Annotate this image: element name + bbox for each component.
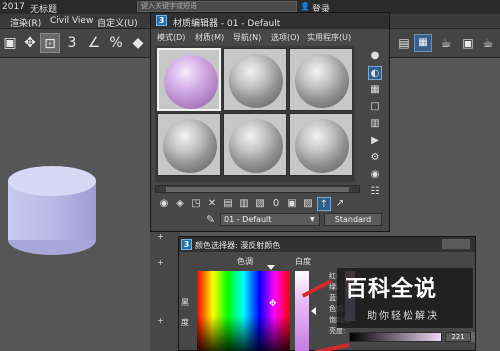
video-color-check-icon[interactable]: ▥: [368, 117, 382, 131]
watermark: 百科全说 助你轻松解决: [337, 268, 473, 328]
menu-rendering[interactable]: 渲染(R): [10, 16, 41, 29]
material-sphere: [295, 119, 349, 173]
sample-uv-icon[interactable]: □: [368, 100, 382, 114]
put-to-library-icon[interactable]: ▧: [253, 197, 267, 211]
material-editor-menubar: 模式(D) 材质(M) 导航(N) 选项(O) 实用程序(U): [151, 29, 389, 44]
material-sphere: [164, 55, 218, 109]
material-sphere: [295, 54, 349, 108]
rollout-expand[interactable]: +: [157, 232, 164, 241]
render-frame-icon[interactable]: ▣: [458, 33, 478, 53]
scrollbar-thumb[interactable]: [166, 187, 349, 192]
menu-options[interactable]: 选项(O): [271, 32, 300, 43]
material-slot-2[interactable]: [223, 48, 287, 111]
watermark-logo: 百科全说: [345, 277, 438, 302]
select-object-icon[interactable]: ⊡: [40, 33, 60, 53]
max-app-icon: 3: [181, 239, 192, 250]
value-spinner[interactable]: [471, 332, 475, 342]
eyedropper-icon[interactable]: ✎: [206, 213, 215, 226]
material-sphere: [229, 119, 283, 173]
close-button[interactable]: [441, 238, 471, 250]
material-editor-side-toolbar: ● ◐ ▦ □ ▥ ▶ ⚙ ◉ ☷: [368, 49, 386, 202]
go-to-parent-icon[interactable]: ↑: [317, 197, 331, 211]
max-app-icon: 3: [156, 15, 167, 26]
material-rollouts: + + +: [150, 232, 180, 351]
get-material-icon[interactable]: ◉: [157, 197, 171, 211]
color-selector-title: 颜色选择器: 漫反射颜色: [195, 241, 281, 250]
whiteness-marker[interactable]: [311, 307, 316, 315]
select-region-icon[interactable]: ▣: [0, 33, 20, 53]
material-slot-6[interactable]: [289, 113, 353, 176]
schematic-view-icon[interactable]: ▤: [394, 33, 414, 53]
copy-material-icon[interactable]: ▤: [221, 197, 235, 211]
material-id-icon[interactable]: 0: [269, 197, 283, 211]
select-by-material-icon[interactable]: ◉: [368, 168, 382, 182]
material-editor-title: 材质编辑器 - 01 - Default: [173, 19, 281, 29]
go-forward-sibling-icon[interactable]: ↗: [333, 197, 347, 211]
material-editor-icon[interactable]: ▦: [414, 34, 432, 52]
sample-type-icon[interactable]: ●: [368, 49, 382, 63]
material-slot-1[interactable]: [157, 48, 221, 111]
watermark-subtitle: 助你轻松解决: [367, 311, 439, 322]
value-input[interactable]: 221: [445, 332, 471, 342]
material-slot-3[interactable]: [289, 48, 353, 111]
assign-material-icon[interactable]: ◳: [189, 197, 203, 211]
put-to-scene-icon[interactable]: ◈: [173, 197, 187, 211]
slots-scrollbar[interactable]: [155, 185, 360, 193]
make-preview-icon[interactable]: ▶: [368, 134, 382, 148]
chevron-down-icon[interactable]: ▼: [310, 216, 315, 223]
material-navigator-icon[interactable]: ☷: [368, 185, 382, 199]
blackness-label: 黑: [181, 298, 189, 307]
material-sphere: [229, 54, 283, 108]
hue-saturation-picker[interactable]: [197, 271, 290, 351]
menu-customize[interactable]: 自定义(U): [97, 16, 138, 29]
render-icon[interactable]: ☕: [478, 33, 498, 53]
rollout-expand[interactable]: +: [157, 316, 164, 325]
material-editor-titlebar[interactable]: 3 材质编辑器 - 01 - Default: [151, 13, 389, 29]
material-editor-window: 3 材质编辑器 - 01 - Default 模式(D) 材质(M) 导航(N)…: [150, 12, 390, 232]
make-unique-icon[interactable]: ▥: [237, 197, 251, 211]
picker-crosshair-icon[interactable]: ✥: [269, 299, 277, 309]
material-type-button[interactable]: Standard: [324, 213, 382, 226]
search-input[interactable]: 键入关键字或短语: [137, 1, 297, 12]
options-icon[interactable]: ⚙: [368, 151, 382, 165]
whiteness-label: 白度: [295, 257, 311, 266]
menu-civil-view[interactable]: Civil View: [50, 16, 93, 26]
reset-map-icon[interactable]: ✕: [205, 197, 219, 211]
user-icon[interactable]: 👤: [300, 2, 310, 11]
backlight-icon[interactable]: ◐: [368, 66, 382, 80]
material-sphere: [163, 119, 217, 173]
menu-material[interactable]: 材质(M): [195, 32, 224, 43]
render-setup-icon[interactable]: ☕: [436, 33, 456, 53]
annotation-arrow: [314, 343, 350, 351]
degree-label: 度: [181, 318, 189, 327]
snap-3-icon[interactable]: 3: [62, 33, 82, 53]
whiteness-slider[interactable]: [295, 271, 309, 351]
spinner-snap-icon[interactable]: ◆: [128, 33, 148, 53]
percent-snap-icon[interactable]: %: [106, 33, 126, 53]
angle-snap-icon[interactable]: ∠: [84, 33, 104, 53]
move-icon[interactable]: ✥: [20, 33, 40, 53]
material-slot-5[interactable]: [223, 113, 287, 176]
color-selector-titlebar[interactable]: 3 颜色选择器: 漫反射颜色: [179, 237, 475, 252]
menu-modes[interactable]: 模式(D): [157, 32, 185, 43]
app-version: 2017: [2, 2, 25, 12]
material-name-field[interactable]: 01 - Default: [220, 213, 320, 226]
material-slot-4[interactable]: [157, 113, 221, 176]
value-slider[interactable]: [349, 332, 442, 342]
material-slots-grid: [155, 46, 355, 182]
rollout-expand[interactable]: +: [157, 258, 164, 267]
menu-utilities[interactable]: 实用程序(U): [307, 32, 351, 43]
show-map-icon[interactable]: ▣: [285, 197, 299, 211]
cylinder-top: [8, 166, 96, 196]
background-icon[interactable]: ▦: [368, 83, 382, 97]
menu-navigation[interactable]: 导航(N): [233, 32, 261, 43]
hue-label: 色调: [237, 257, 253, 266]
show-end-result-icon[interactable]: ▨: [301, 197, 315, 211]
hue-marker[interactable]: [267, 265, 275, 270]
